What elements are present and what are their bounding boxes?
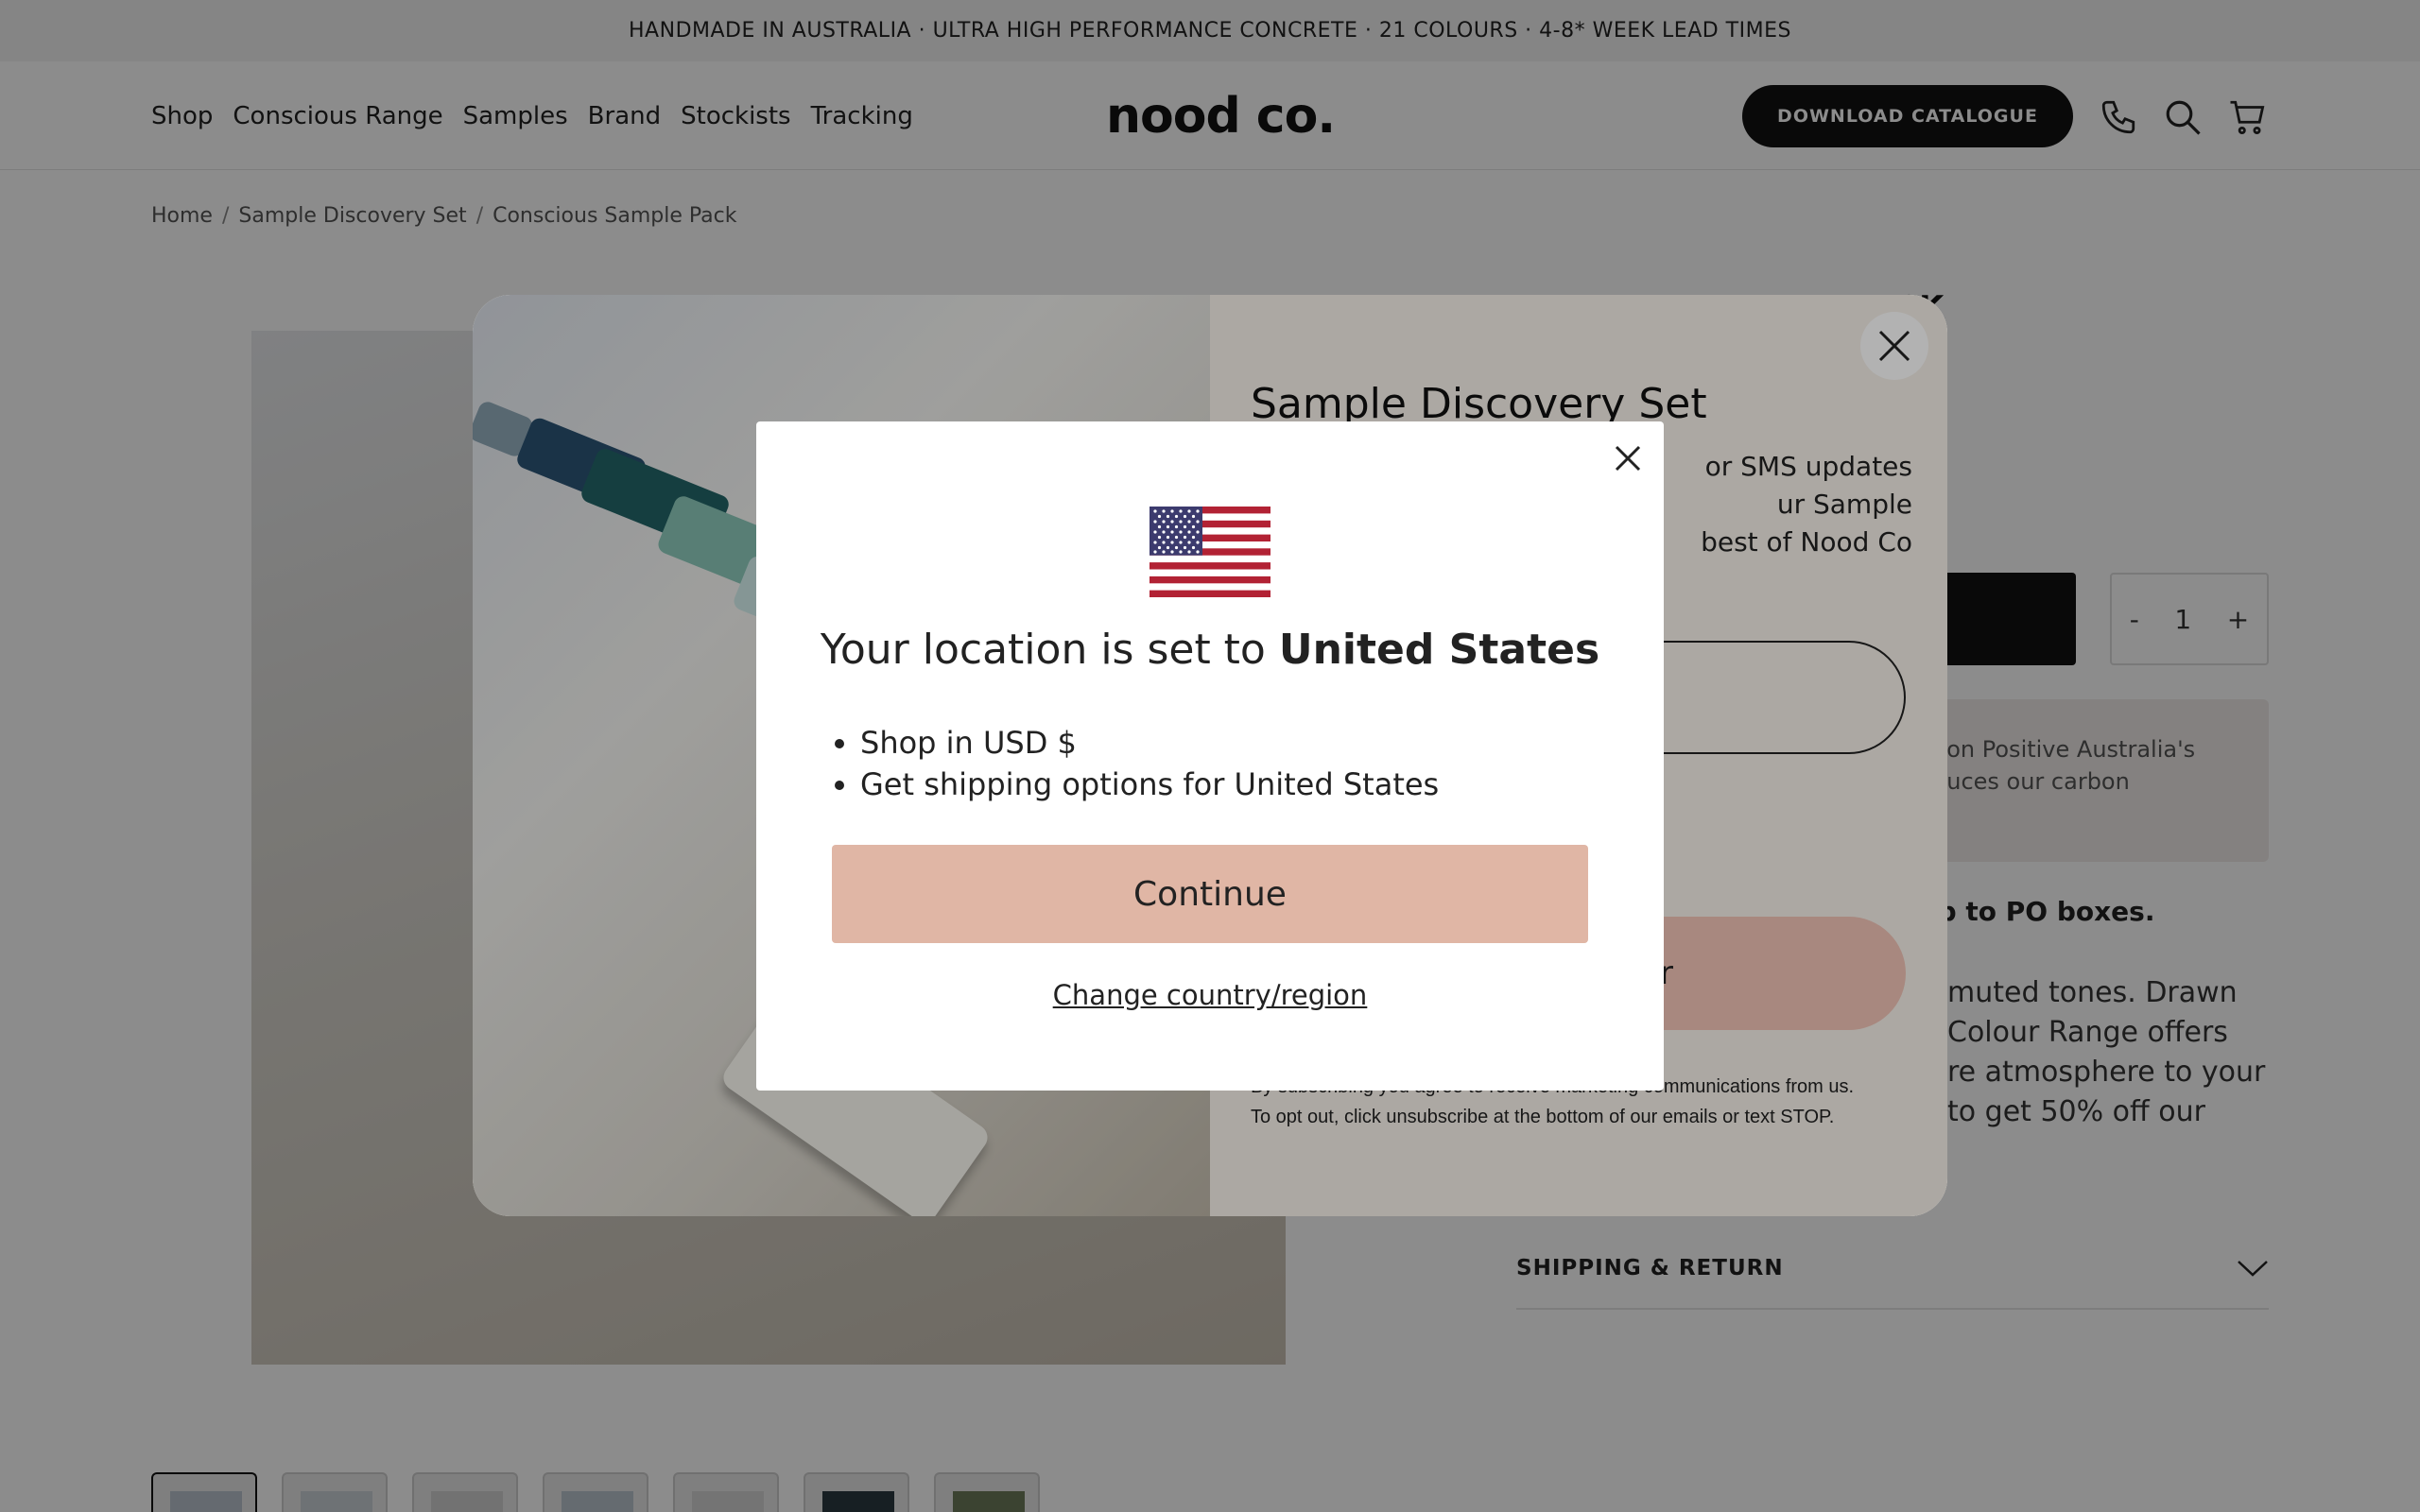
list-item: Get shipping options for United States	[860, 764, 1439, 805]
location-country: United States	[1278, 626, 1600, 674]
location-benefits-list: Shop in USD $ Get shipping options for U…	[860, 722, 1439, 805]
location-modal-close-button[interactable]	[1607, 438, 1649, 480]
location-title: Your location is set to United States	[756, 626, 1664, 674]
change-country-link[interactable]: Change country/region	[756, 979, 1664, 1011]
list-item: Shop in USD $	[860, 722, 1439, 764]
location-title-prefix: Your location is set to	[820, 626, 1279, 674]
continue-button[interactable]: Continue	[832, 845, 1588, 943]
location-modal: Your location is set to United States Sh…	[756, 421, 1664, 1091]
close-icon	[1615, 445, 1641, 471]
us-flag-icon	[1150, 507, 1270, 597]
